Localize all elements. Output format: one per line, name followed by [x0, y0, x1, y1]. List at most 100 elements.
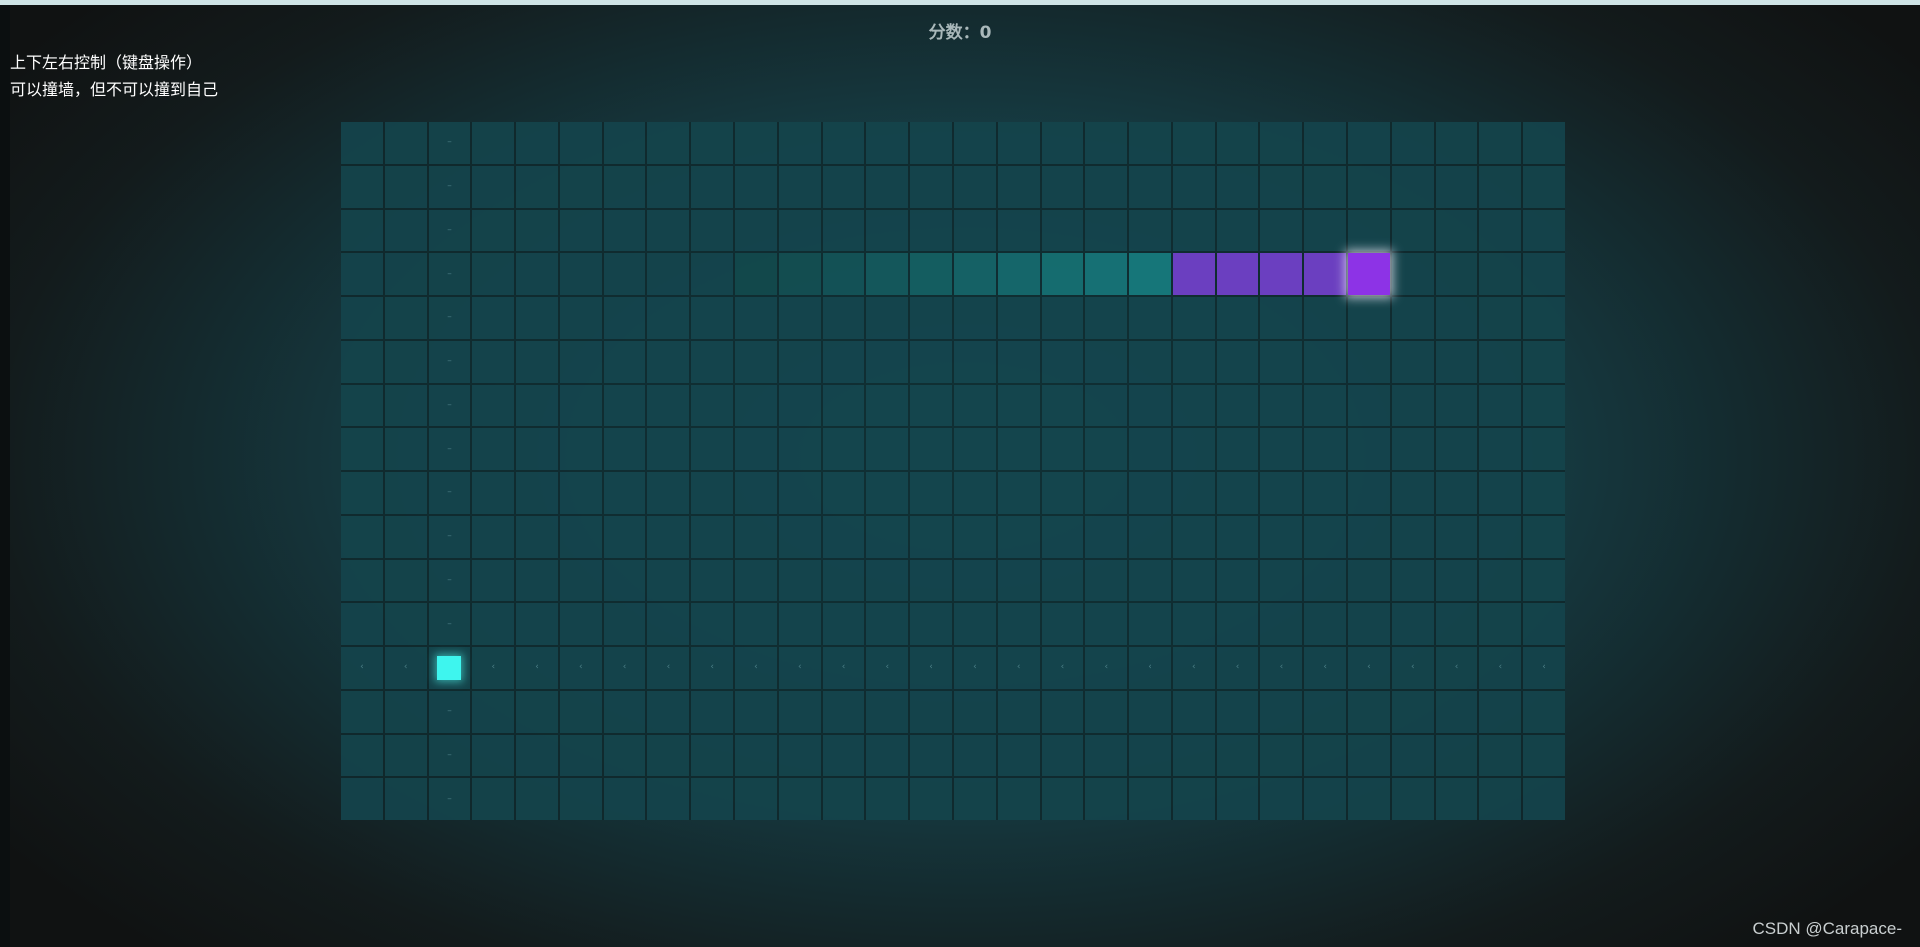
grid-cell — [1435, 340, 1478, 383]
grid-cell — [1435, 253, 1478, 295]
grid-cell — [1260, 778, 1303, 820]
grid-cell — [603, 122, 646, 164]
grid-cell — [1260, 690, 1303, 733]
grid-cell — [910, 778, 952, 820]
snake-body-segment — [1304, 253, 1347, 295]
grid-cell — [1479, 428, 1522, 470]
grid-cell — [778, 690, 821, 733]
grid-cell — [691, 778, 734, 820]
grid-cell — [997, 384, 1040, 427]
grid-cell — [1085, 428, 1128, 470]
grid-cell — [1260, 165, 1303, 208]
grid-cell: ‹ — [997, 647, 1040, 689]
grid-cell — [735, 734, 777, 777]
grid-cell — [384, 690, 427, 733]
snake-body-segment — [1260, 253, 1303, 295]
grid-cell — [472, 472, 515, 514]
grid-cell — [997, 515, 1040, 558]
grid-cell — [953, 472, 996, 514]
score-value: 0 — [979, 23, 992, 43]
grid-cell — [559, 253, 602, 295]
grid-cell — [735, 340, 777, 383]
grid-cell — [1523, 690, 1565, 733]
guide-marker: – — [447, 268, 452, 279]
grid-cell — [472, 122, 515, 164]
grid-cell — [1435, 778, 1478, 820]
grid-cell — [559, 690, 602, 733]
grid-cell — [778, 603, 821, 645]
grid-cell — [1435, 515, 1478, 558]
grid-cell — [1523, 253, 1565, 295]
grid-cell — [822, 559, 865, 602]
grid-cell — [910, 515, 952, 558]
grid-cell — [1260, 734, 1303, 777]
grid-cell — [341, 734, 383, 777]
watermark: CSDN @Carapace- — [1752, 919, 1902, 938]
grid-cell — [1260, 472, 1303, 514]
grid-cell — [910, 340, 952, 383]
grid-cell — [953, 734, 996, 777]
grid-cell — [1348, 603, 1390, 645]
snake-trail-cell — [778, 253, 821, 295]
grid-cell — [1304, 559, 1347, 602]
grid-cell — [778, 778, 821, 820]
grid-cell — [1172, 297, 1215, 339]
grid-cell — [516, 165, 558, 208]
grid-cell — [603, 428, 646, 470]
grid-cell — [1172, 122, 1215, 164]
grid-cell — [910, 428, 952, 470]
grid-cell — [910, 472, 952, 514]
grid-cell — [1216, 340, 1259, 383]
grid-cell — [778, 340, 821, 383]
grid-cell — [647, 559, 690, 602]
guide-marker: – — [447, 137, 452, 148]
grid-cell — [1085, 778, 1128, 820]
grid-cell — [953, 209, 996, 252]
grid-cell — [1523, 778, 1565, 820]
guide-marker: ‹ — [491, 662, 496, 673]
grid-cell — [384, 297, 427, 339]
grid-cell: ‹ — [1129, 647, 1171, 689]
grid-cell — [997, 778, 1040, 820]
grid-cell — [1304, 209, 1347, 252]
grid-cell — [472, 778, 515, 820]
grid-cell — [1479, 122, 1522, 164]
grid-cell — [1129, 690, 1171, 733]
snake-trail-cell — [822, 253, 865, 295]
grid-cell — [1435, 472, 1478, 514]
grid-cell — [822, 690, 865, 733]
grid-cell — [953, 165, 996, 208]
grid-cell — [1216, 209, 1259, 252]
grid-cell — [1435, 122, 1478, 164]
snake-trail-cell — [1129, 253, 1171, 295]
grid-cell — [866, 340, 909, 383]
grid-cell: ‹ — [384, 647, 427, 689]
grid-cell — [778, 122, 821, 164]
grid-cell — [735, 209, 777, 252]
grid-cell — [341, 209, 383, 252]
grid-cell — [472, 384, 515, 427]
grid-cell — [1041, 778, 1084, 820]
grid-cell — [735, 384, 777, 427]
grid-cell — [1085, 734, 1128, 777]
grid-cell — [341, 297, 383, 339]
grid-cell: ‹ — [1085, 647, 1128, 689]
game-board[interactable]: – – – – – – – – – – – – ‹ ‹ ‹ ‹ ‹ ‹ ‹ ‹ ‹ ‹ ‹ ‹ ‹ ‹ ‹ ‹ ‹ ‹ ‹ ‹ ‹ ‹ ‹ ‹ ‹ ‹ ‹ –… — [341, 122, 1565, 820]
grid-cell: ‹ — [516, 647, 558, 689]
grid-cell — [997, 122, 1040, 164]
grid-cell — [516, 122, 558, 164]
grid-cell — [1391, 253, 1434, 295]
instruction-controls: 上下左右控制（键盘操作） — [10, 53, 203, 72]
grid-cell: – — [428, 340, 471, 383]
grid-cell — [822, 472, 865, 514]
grid-cell — [1172, 734, 1215, 777]
grid-cell — [1479, 297, 1522, 339]
snake-body-segment — [1216, 253, 1259, 295]
grid-cell — [997, 165, 1040, 208]
grid-cell — [1391, 384, 1434, 427]
grid-cell — [1129, 340, 1171, 383]
grid-cell — [341, 472, 383, 514]
grid-cell — [1348, 515, 1390, 558]
grid-cell — [647, 690, 690, 733]
grid-cell: ‹ — [1172, 647, 1215, 689]
